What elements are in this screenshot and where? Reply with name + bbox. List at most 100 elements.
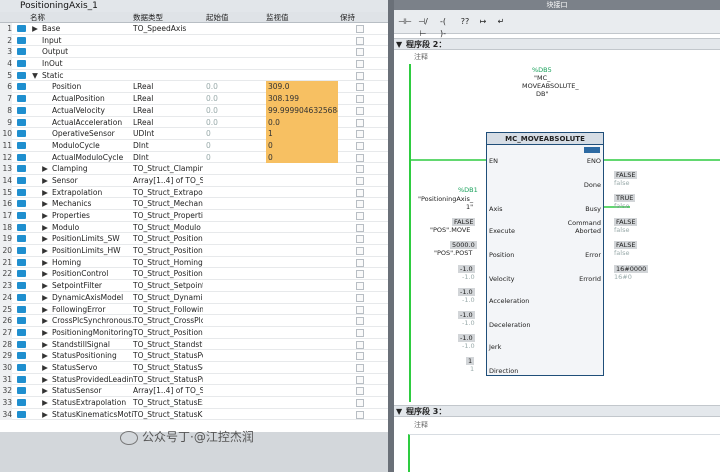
tag-start-value[interactable]: 0 bbox=[206, 140, 262, 152]
retain-checkbox[interactable] bbox=[356, 270, 364, 279]
busy-operand[interactable]: false bbox=[614, 202, 629, 210]
table-row[interactable]: 15 ▶ExtrapolationTO_Struct_Extrapol... bbox=[0, 186, 388, 199]
tag-name[interactable]: StatusSensor bbox=[52, 385, 134, 397]
expand-toggle-icon[interactable]: ▶ bbox=[41, 175, 49, 187]
retain-checkbox[interactable] bbox=[356, 258, 364, 267]
tag-start-value[interactable]: 0 bbox=[206, 152, 262, 164]
expand-toggle-icon[interactable]: ▶ bbox=[41, 163, 49, 175]
collapse-icon[interactable]: ▼ bbox=[396, 406, 402, 418]
direction-operand[interactable]: 1 bbox=[470, 365, 474, 373]
tag-name[interactable]: InOut bbox=[42, 58, 124, 70]
tag-type[interactable]: TO_Struct_StatusPr... bbox=[133, 374, 203, 386]
tag-type[interactable]: TO_Struct_Mechani... bbox=[133, 198, 203, 210]
retain-checkbox[interactable] bbox=[356, 71, 364, 80]
retain-checkbox[interactable] bbox=[356, 95, 364, 104]
table-row[interactable]: 27 ▶ PositioningMonitoring TO_Struct_Positi… bbox=[0, 326, 388, 339]
tag-name[interactable]: PositionControl bbox=[52, 268, 134, 280]
table-row[interactable]: 17 ▶PropertiesTO_Struct_Properties bbox=[0, 210, 388, 222]
retain-checkbox[interactable] bbox=[356, 317, 364, 326]
block-interface-bar[interactable]: 块接口 bbox=[394, 0, 720, 10]
tag-type[interactable]: TO_Struct_Standstil... bbox=[133, 339, 203, 351]
tag-type[interactable]: LReal bbox=[133, 117, 203, 129]
expand-toggle-icon[interactable]: ▶ bbox=[31, 23, 39, 35]
table-row[interactable]: 26 ▶ CrossPlcSynchronous... TO_Struct_Cross… bbox=[0, 315, 388, 327]
tag-name[interactable]: Position bbox=[52, 81, 134, 93]
retain-checkbox[interactable] bbox=[356, 305, 364, 314]
expand-toggle-icon[interactable]: ▶ bbox=[41, 374, 49, 386]
expand-toggle-icon[interactable]: ▶ bbox=[41, 304, 49, 316]
tag-name[interactable]: StatusExtrapolation bbox=[52, 397, 134, 409]
tag-start-value[interactable]: 0.0 bbox=[206, 117, 262, 129]
retain-checkbox[interactable] bbox=[356, 176, 364, 185]
tag-name[interactable]: StandstillSignal bbox=[52, 339, 134, 351]
expand-toggle-icon[interactable]: ▶ bbox=[41, 210, 49, 222]
tag-name[interactable]: Input bbox=[42, 35, 124, 47]
tag-name[interactable]: StatusKinematicsMoti... bbox=[52, 409, 134, 421]
tag-name[interactable]: ActualVelocity bbox=[52, 105, 134, 117]
table-row[interactable]: 12 ActualModuloCycle DInt 0 0 bbox=[0, 151, 388, 164]
retain-checkbox[interactable] bbox=[356, 363, 364, 372]
tag-name[interactable]: Clamping bbox=[52, 163, 134, 175]
retain-checkbox[interactable] bbox=[356, 235, 364, 244]
tag-name[interactable]: PositionLimits_SW bbox=[52, 233, 134, 245]
expand-toggle-icon[interactable]: ▶ bbox=[41, 362, 49, 374]
tag-type[interactable]: Array[1..4] of TO_S... bbox=[133, 385, 203, 397]
expand-toggle-icon[interactable]: ▶ bbox=[41, 409, 49, 421]
expand-toggle-icon[interactable]: ▶ bbox=[41, 280, 49, 292]
expand-toggle-icon[interactable]: ▶ bbox=[41, 315, 49, 327]
table-row[interactable]: 19 ▶ PositionLimits_SW TO_Struct_Position..… bbox=[0, 233, 388, 246]
position-operand[interactable]: "POS".POST bbox=[434, 249, 472, 257]
execute-operand[interactable]: "POS".MOVE bbox=[430, 226, 470, 234]
open-branch-button[interactable]: ↦ bbox=[476, 16, 490, 28]
tag-type[interactable]: TO_Struct_StatusKi... bbox=[133, 409, 203, 421]
tag-type[interactable]: LReal bbox=[133, 93, 203, 105]
tag-name[interactable]: Output bbox=[42, 46, 124, 58]
errorid-operand[interactable]: 16#0 bbox=[614, 273, 632, 281]
retain-checkbox[interactable] bbox=[356, 25, 364, 33]
tag-type[interactable]: LReal bbox=[133, 81, 203, 93]
done-operand[interactable]: false bbox=[614, 179, 629, 187]
table-row[interactable]: 14 ▶SensorArray[1..4] of TO_S... bbox=[0, 174, 388, 187]
expand-toggle-icon[interactable]: ▶ bbox=[41, 385, 49, 397]
retain-checkbox[interactable] bbox=[356, 223, 364, 232]
expand-toggle-icon[interactable]: ▶ bbox=[41, 198, 49, 210]
tag-name[interactable]: ActualAcceleration bbox=[52, 117, 134, 129]
expand-toggle-icon[interactable]: ▶ bbox=[41, 339, 49, 351]
retain-checkbox[interactable] bbox=[356, 375, 364, 384]
tag-name[interactable]: Mechanics bbox=[52, 198, 134, 210]
tag-type[interactable]: TO_Struct_Position... bbox=[133, 233, 203, 245]
table-row[interactable]: 18 ▶ Modulo TO_Struct_Modulo bbox=[0, 221, 388, 234]
retain-checkbox[interactable] bbox=[356, 293, 364, 302]
retain-checkbox[interactable] bbox=[356, 282, 364, 291]
retain-checkbox[interactable] bbox=[356, 340, 364, 349]
table-row[interactable]: 13 ▶ Clamping TO_Struct_Clamping bbox=[0, 163, 388, 175]
retain-checkbox[interactable] bbox=[356, 48, 364, 57]
tag-type[interactable]: TO_Struct_CrossPlc... bbox=[133, 315, 203, 327]
tag-type[interactable]: TO_Struct_Properties bbox=[133, 210, 203, 222]
tag-name[interactable]: CrossPlcSynchronous... bbox=[52, 315, 134, 327]
table-row[interactable]: 32 ▶StatusSensorArray[1..4] of TO_S... bbox=[0, 385, 388, 398]
retain-checkbox[interactable] bbox=[356, 118, 364, 127]
col-monitor[interactable]: 监视值 bbox=[266, 12, 289, 23]
table-row[interactable]: 5 ▼ Static bbox=[0, 69, 388, 82]
tag-type[interactable]: TO_Struct_Positioni... bbox=[133, 327, 203, 339]
expand-toggle-icon[interactable]: ▶ bbox=[41, 268, 49, 280]
tag-type[interactable]: LReal bbox=[133, 105, 203, 117]
retain-checkbox[interactable] bbox=[356, 153, 364, 162]
velocity-operand[interactable]: -1.0 bbox=[462, 273, 475, 281]
col-type[interactable]: 数据类型 bbox=[133, 12, 163, 23]
expand-toggle-icon[interactable]: ▶ bbox=[41, 222, 49, 234]
tag-name[interactable]: Extrapolation bbox=[52, 187, 134, 199]
tag-name[interactable]: Homing bbox=[52, 257, 134, 269]
network-3-header[interactable]: ▼ 程序段 3： bbox=[394, 405, 720, 417]
table-row[interactable]: 34 ▶ StatusKinematicsMoti... TO_Struct_Stat… bbox=[0, 408, 388, 421]
network-3-comment[interactable]: 注释 bbox=[394, 418, 720, 432]
tag-name[interactable]: ModuloCycle bbox=[52, 140, 134, 152]
close-branch-button[interactable]: ↵ bbox=[494, 16, 508, 28]
tag-name[interactable]: SetpointFilter bbox=[52, 280, 134, 292]
coil-button[interactable]: -( )- bbox=[436, 16, 450, 38]
tag-start-value[interactable]: 0.0 bbox=[206, 105, 262, 117]
retain-checkbox[interactable] bbox=[356, 60, 364, 69]
tag-type[interactable]: TO_Struct_StatusEx... bbox=[133, 397, 203, 409]
table-row[interactable]: 28 ▶StandstillSignalTO_Struct_Standstil..… bbox=[0, 338, 388, 351]
